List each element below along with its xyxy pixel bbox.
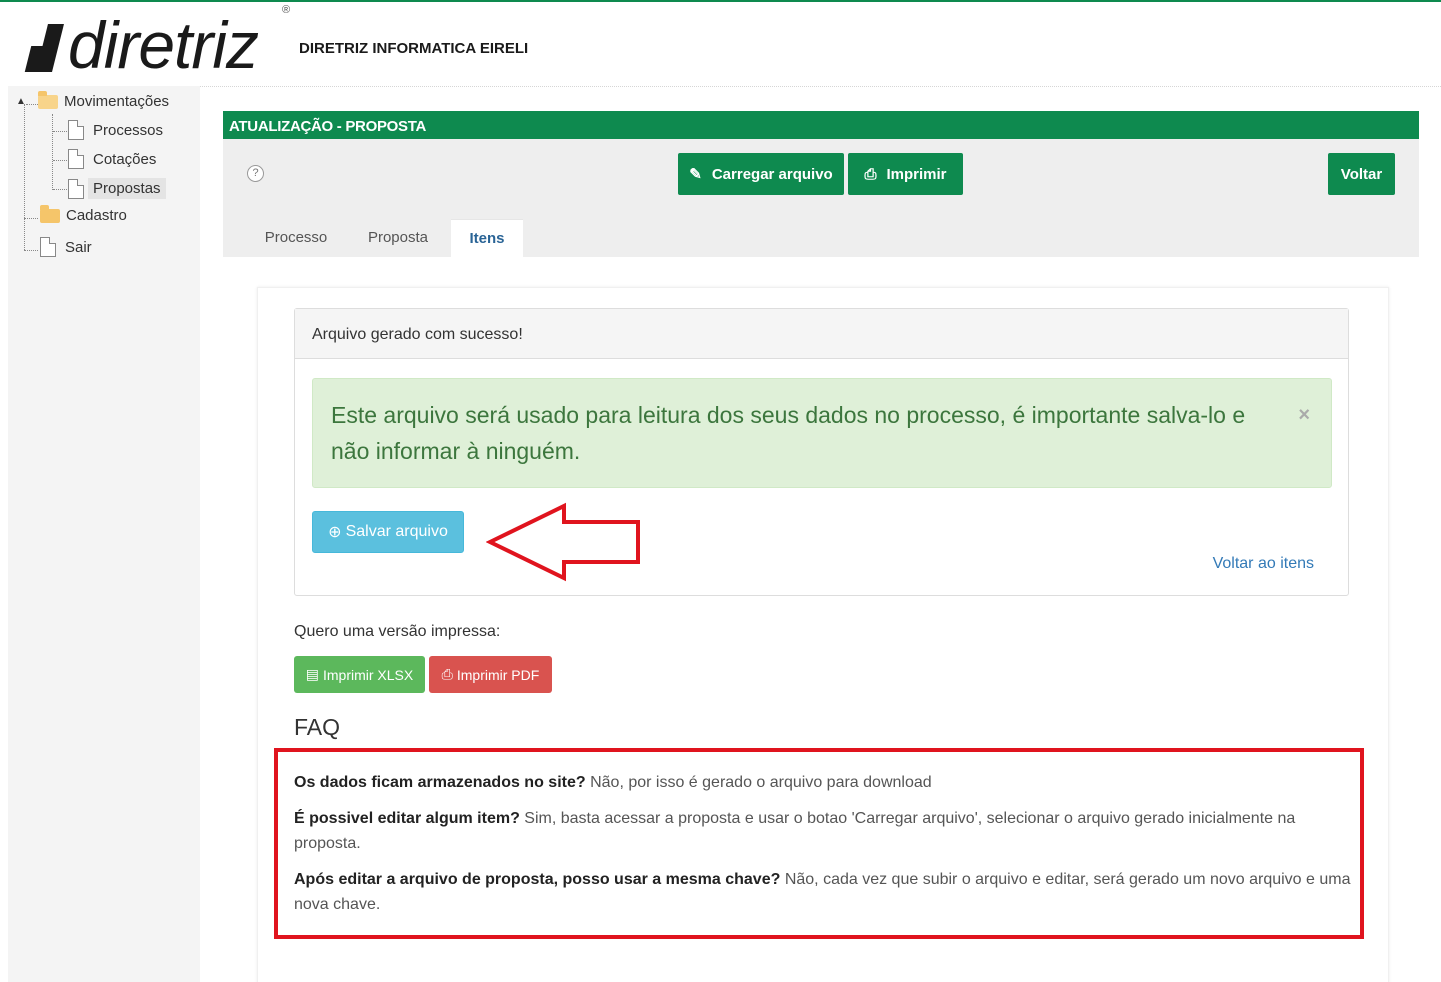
brand-wordmark: diretriz — [68, 8, 259, 82]
print-button[interactable]: ⎙ Imprimir — [848, 153, 963, 195]
sidebar-item-label: Processos — [93, 121, 164, 139]
tree-connector — [24, 250, 38, 251]
folder-icon — [40, 204, 60, 223]
collapse-icon[interactable]: ▲ — [16, 96, 26, 107]
tree-connector — [53, 189, 67, 190]
spreadsheet-icon: ▤ — [305, 666, 319, 682]
close-icon[interactable]: × — [1298, 397, 1310, 433]
tree-connector — [24, 218, 38, 219]
tab-processo[interactable]: Processo — [253, 219, 339, 257]
print-pdf-button[interactable]: ⎙ Imprimir PDF — [429, 656, 552, 693]
sidebar-item-label: Cotações — [93, 150, 157, 168]
sidebar-item-label: Propostas — [88, 178, 166, 199]
folder-open-icon — [38, 90, 58, 109]
logo-mark-icon — [24, 24, 64, 72]
print-label: Imprimir — [886, 165, 947, 183]
tab-itens[interactable]: Itens — [451, 219, 523, 257]
success-alert: Este arquivo será usado para leitura dos… — [312, 378, 1332, 488]
print-xlsx-label: Imprimir XLSX — [323, 666, 414, 683]
printer-icon: ⎙ — [864, 165, 877, 183]
printer-icon: ⎙ — [441, 666, 453, 682]
sidebar-item-label: Cadastro — [66, 207, 127, 224]
tree-connector — [53, 160, 67, 161]
brand-logo: diretriz — [24, 8, 259, 82]
back-label: Voltar — [1340, 165, 1383, 183]
save-file-button[interactable]: ⊕ Salvar arquivo — [312, 511, 464, 553]
file-icon — [68, 149, 84, 169]
tree-connector — [26, 104, 38, 105]
tree-guide-line — [52, 114, 53, 190]
success-heading: Arquivo gerado com sucesso! — [295, 309, 1348, 359]
page-title: ATUALIZAÇÃO - PROPOSTA — [223, 111, 1419, 139]
save-file-label: Salvar arquivo — [345, 523, 448, 540]
sidebar-item-propostas[interactable]: Propostas — [68, 178, 166, 199]
sidebar-item-sair[interactable]: Sair — [40, 237, 92, 257]
annotation-highlight-box — [274, 748, 1364, 939]
tree-guide-line — [24, 104, 25, 250]
file-icon — [68, 120, 84, 140]
tab-bar: Processo Proposta Itens — [223, 209, 1419, 257]
file-icon — [68, 178, 84, 199]
sidebar-item-cadastro[interactable]: Cadastro — [40, 204, 127, 224]
print-xlsx-button[interactable]: ▤ Imprimir XLSX — [294, 656, 425, 693]
company-name: DIRETRIZ INFORMATICA EIRELI — [299, 40, 529, 57]
load-file-button[interactable]: ✎ Carregar arquivo — [678, 153, 844, 195]
paperclip-icon: ✎ — [689, 166, 702, 183]
tab-proposta[interactable]: Proposta — [353, 219, 443, 257]
annotation-arrow-icon — [486, 502, 640, 582]
print-version-label: Quero uma versão impressa: — [294, 623, 501, 640]
sidebar-item-label: Movimentações — [64, 93, 170, 110]
load-file-label: Carregar arquivo — [711, 165, 833, 183]
download-circle-icon: ⊕ — [328, 524, 342, 541]
registered-mark: ® — [282, 4, 291, 16]
faq-title: FAQ — [294, 714, 341, 740]
sidebar-item-movimentacoes[interactable]: Movimentações — [38, 90, 170, 110]
toolbar: ? ✎ Carregar arquivo ⎙ Imprimir Voltar — [223, 139, 1419, 209]
back-to-items-link[interactable]: Voltar ao itens — [1213, 555, 1314, 573]
sidebar-item-processos[interactable]: Processos — [68, 120, 163, 140]
top-accent-line — [0, 0, 1441, 2]
sidebar-item-label: Sair — [65, 238, 92, 256]
sidebar-item-cotacoes[interactable]: Cotações — [68, 149, 156, 169]
back-button[interactable]: Voltar — [1328, 153, 1395, 195]
print-pdf-label: Imprimir PDF — [456, 666, 540, 683]
alert-message: Este arquivo será usado para leitura dos… — [331, 402, 1246, 464]
tree-connector — [53, 131, 67, 132]
file-icon — [40, 237, 56, 257]
header-divider — [200, 86, 1441, 87]
success-card: Arquivo gerado com sucesso! Este arquivo… — [294, 308, 1349, 596]
help-icon[interactable]: ? — [247, 165, 264, 182]
